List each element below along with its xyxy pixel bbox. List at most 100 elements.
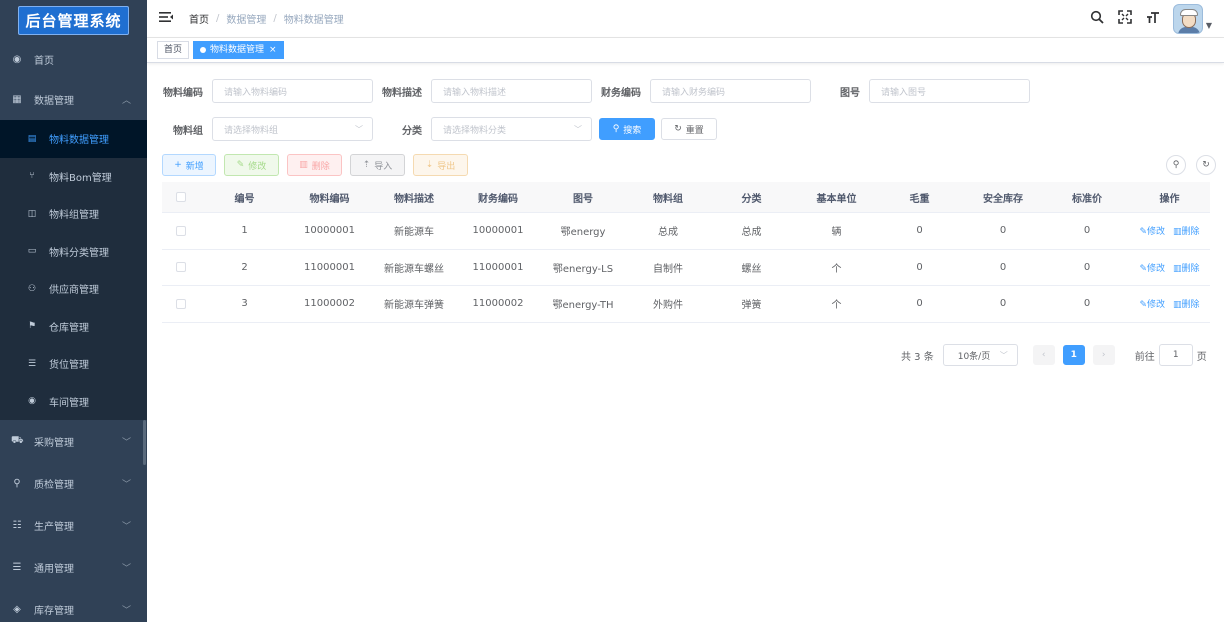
table-cell: 个 [831, 300, 842, 312]
drawing-no-input[interactable]: 请输入图号 [869, 79, 1030, 103]
logo: 后台管理系统 [0, 0, 147, 40]
row-checkbox[interactable] [176, 262, 186, 273]
table-cell: 0 [1083, 225, 1091, 237]
select-all-checkbox[interactable] [176, 192, 186, 202]
breadcrumb: 首页 / 数据管理 / 物料数据管理 [189, 11, 344, 26]
plus-icon: + [174, 160, 182, 170]
sidebar-item-label: 物料分类管理 [49, 247, 109, 259]
page-size-select[interactable]: 10条/页 ﹀ [942, 344, 1018, 366]
table-cell: 鄂energy-LS [552, 263, 614, 275]
table-cell: 11000001 [472, 261, 524, 273]
next-page-button[interactable]: › [1092, 345, 1115, 365]
row-edit-button[interactable]: ✎修改 [1139, 261, 1165, 274]
sidebar-item-label: 通用管理 [34, 563, 74, 575]
goto-page-input[interactable]: 1 [1158, 344, 1193, 366]
sidebar-item-material-data[interactable]: ▤ 物料数据管理 [0, 120, 147, 158]
finance-code-input[interactable]: 请输入财务编码 [650, 79, 811, 103]
refresh-button[interactable]: ↻ [1196, 155, 1216, 175]
sidebar-item-location[interactable]: ☰ 货位管理 [0, 345, 147, 383]
chevron-down-icon: ﹀ [121, 563, 131, 574]
search-button-label: 搜索 [623, 125, 642, 136]
toggle-search-button[interactable]: ⚲ [1166, 155, 1186, 175]
row-edit-button[interactable]: ✎修改 [1139, 224, 1165, 237]
sidebar-item-label: 采购管理 [34, 437, 74, 449]
row-edit-button[interactable]: ✎修改 [1139, 297, 1165, 310]
search-icon[interactable] [1089, 10, 1105, 28]
export-button[interactable]: ⇣ 导出 [413, 154, 468, 176]
main-content: 物料编码 请输入物料编码 物料描述 请输入物料描述 财务编码 请输入财务编码 图… [147, 63, 1224, 622]
delete-button[interactable]: ▥ 删除 [287, 154, 342, 176]
material-desc-input[interactable]: 请输入物料描述 [431, 79, 592, 103]
sidebar-item-home[interactable]: ◉ 首页 [0, 40, 147, 78]
sidebar-item-supplier[interactable]: ⚇ 供应商管理 [0, 270, 147, 308]
add-button-label: 新增 [185, 161, 204, 172]
grid-icon: ▦ [12, 93, 22, 105]
row-select-cell [162, 298, 200, 309]
row-delete-button[interactable]: ▥删除 [1173, 297, 1200, 310]
sidebar-item-warehouse[interactable]: ⚑ 仓库管理 [0, 308, 147, 346]
import-button[interactable]: ⇡ 导入 [350, 154, 405, 176]
sidebar-item-material-group[interactable]: ◫ 物料组管理 [0, 195, 147, 233]
table-header-cell: 编号 [234, 193, 255, 205]
material-table: 编号 物料编码 物料描述 财务编码 图号 物料组 分类 基本单位 毛重 安全库存… [162, 182, 1210, 323]
prev-page-button[interactable]: ‹ [1032, 345, 1055, 365]
table-cell: 0 [916, 225, 923, 237]
sidebar-item-label: 供应商管理 [49, 285, 99, 297]
sidebar-item-quality[interactable]: ⚲ 质检管理 ﹀ [0, 462, 147, 504]
sidebar-item-material-category[interactable]: ▭ 物料分类管理 [0, 233, 147, 271]
category-select[interactable]: 请选择物料分类 ﹀ [431, 117, 592, 141]
fullscreen-icon[interactable] [1117, 10, 1133, 28]
reset-button[interactable]: ↻ 重置 [661, 118, 717, 140]
material-group-select[interactable]: 请选择物料组 ﹀ [212, 117, 373, 141]
search-button[interactable]: ⚲ 搜索 [599, 118, 655, 140]
tab-label: 物料数据管理 [210, 45, 265, 55]
sidebar-item-general[interactable]: ☰ 通用管理 ﹀ [0, 546, 147, 588]
row-actions: ✎修改 ▥删除 [1129, 261, 1210, 274]
font-size-icon[interactable] [1145, 10, 1161, 28]
toolbar: + 新增 ✎ 修改 ▥ 删除 ⇡ 导入 ⇣ 导出 [162, 154, 468, 176]
row-checkbox[interactable] [176, 298, 186, 309]
table-cell: 0 [916, 298, 923, 310]
table-cell: 辆 [831, 227, 842, 239]
select-all-cell [162, 192, 200, 202]
material-code-input[interactable]: 请输入物料编码 [212, 79, 373, 103]
sidebar-item-purchase[interactable]: ⛟ 采购管理 ﹀ [0, 420, 147, 462]
hamburger-icon[interactable] [159, 11, 175, 27]
breadcrumb-item[interactable]: 首页 [189, 11, 209, 26]
avatar-body [1177, 27, 1200, 33]
edit-button[interactable]: ✎ 修改 [224, 154, 279, 176]
table-cell: 0 [999, 261, 1007, 273]
sidebar-item-production[interactable]: ☷ 生产管理 ﹀ [0, 504, 147, 546]
table-cell: 3 [241, 298, 248, 310]
sidebar-item-inventory[interactable]: ◈ 库存管理 ﹀ [0, 588, 147, 622]
close-icon[interactable]: × [269, 42, 277, 58]
upload-icon: ⇡ [362, 160, 371, 170]
table-cell: 个 [831, 263, 842, 275]
avatar[interactable] [1172, 4, 1203, 34]
tab-home[interactable]: 首页 [157, 41, 190, 59]
sidebar-scrollbar[interactable] [143, 420, 146, 465]
row-select-cell [162, 262, 200, 273]
sidebar-item-workshop[interactable]: ◉ 车间管理 [0, 383, 147, 421]
page-number-current[interactable]: 1 [1062, 345, 1085, 365]
table-header-cell: 分类 [741, 193, 762, 205]
dashboard-icon: ◉ [12, 53, 22, 65]
row-actions: ✎修改 ▥删除 [1129, 297, 1210, 310]
finance-code-label: 财务编码 [601, 87, 641, 99]
add-button[interactable]: + 新增 [162, 154, 216, 176]
row-delete-button[interactable]: ▥删除 [1173, 261, 1200, 274]
breadcrumb-separator: / [273, 13, 277, 24]
row-delete-label: 删除 [1181, 263, 1200, 274]
row-delete-button[interactable]: ▥删除 [1173, 224, 1200, 237]
sidebar-item-label: 仓库管理 [49, 322, 89, 334]
search-icon: ⚲ [612, 124, 620, 134]
chevron-down-icon: ﹀ [355, 124, 363, 134]
sidebar-item-data-management[interactable]: ▦ 数据管理 ︿ [0, 78, 147, 120]
table-cell: 10000001 [304, 225, 355, 237]
caret-down-icon[interactable]: ▼ [1206, 21, 1212, 30]
tab-material-data[interactable]: 物料数据管理 × [193, 41, 284, 59]
table-cell: 0 [1083, 298, 1091, 310]
sidebar-item-material-bom[interactable]: ⑂ 物料Bom管理 [0, 158, 147, 196]
edit-button-label: 修改 [248, 161, 267, 172]
row-checkbox[interactable] [176, 225, 186, 236]
